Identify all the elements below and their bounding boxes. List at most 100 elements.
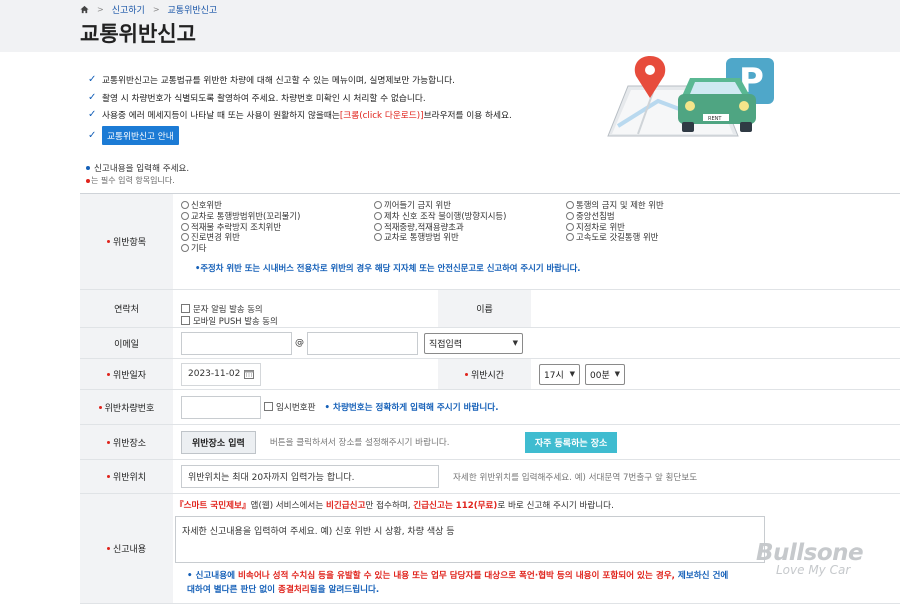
violation-option[interactable]: 교차로 통행방법위반(꼬리물기): [181, 211, 300, 222]
violation-note: •주정차 위반 또는 시내버스 전용차로 위반의 경우 해당 지자체 또는 안전…: [195, 263, 581, 273]
radio-icon: [374, 201, 382, 209]
name-label: 이름: [438, 290, 531, 327]
radio-icon: [566, 222, 574, 231]
report-label: 신고내용: [80, 494, 173, 603]
violation-col-2: 끼어들기 금지 위반 제차 신호 조작 불이행(방향지시등) 적재중량,적재용량…: [374, 200, 506, 243]
radio-icon: [374, 222, 382, 231]
plate-input[interactable]: [181, 395, 261, 419]
checkbox-icon: [264, 402, 273, 411]
chevron-down-icon: ▼: [569, 370, 575, 378]
radio-icon: [181, 244, 189, 253]
breadcrumb: > 신고하기 > 교통위반신고: [80, 3, 217, 16]
violation-option[interactable]: 제차 신호 조작 불이행(방향지시등): [374, 211, 506, 222]
push-consent[interactable]: 모바일 PUSH 발송 동의: [181, 315, 278, 327]
required-dot-icon: [98, 405, 102, 409]
violation-option[interactable]: 기타: [181, 243, 300, 254]
location-row: 위반위치 위반위치는 최대 20자까지 입력가능 합니다. 자세한 위반위치를 …: [80, 460, 900, 494]
violation-option[interactable]: 고속도로 갓길통행 위반: [566, 232, 664, 243]
date-label: 위반일자: [80, 359, 173, 389]
radio-icon: [181, 201, 189, 209]
email-id-input[interactable]: [181, 331, 292, 355]
at-sign: @: [295, 338, 304, 348]
radio-icon: [181, 211, 189, 220]
report-intro: 『스마트 국민제보』앱(웹) 서비스에서는 비긴급신고만 접수하며, 긴급신고는…: [175, 501, 614, 511]
violation-option[interactable]: 통행의 금지 및 제한 위반: [566, 200, 664, 211]
plate-row: 위반차량번호 임시번호판 • 차량번호는 정확하게 입력해 주시기 바랍니다.: [80, 390, 900, 425]
required-dot-icon: [464, 372, 468, 376]
radio-icon: [181, 222, 189, 231]
date-input[interactable]: 2023-11-02: [181, 362, 261, 386]
breadcrumb-item-report[interactable]: 신고하기: [112, 3, 145, 16]
location-help: 자세한 위반위치를 입력해주세요. 예) 서대문역 7번출구 앞 횡단보도: [453, 472, 698, 483]
violation-option[interactable]: 교차로 통행방법 위반: [374, 232, 506, 243]
home-icon[interactable]: [80, 5, 89, 14]
radio-icon: [566, 201, 574, 209]
chevron-right-icon: >: [152, 5, 160, 14]
email-label: 이메일: [80, 328, 173, 358]
chevron-down-icon: ▼: [614, 370, 620, 378]
notice-item: ✓ 교통위반신고는 교통법규를 위반한 차량에 대해 신고할 수 있는 메뉴이며,…: [88, 74, 455, 86]
favorite-places-button[interactable]: 자주 등록하는 장소: [524, 431, 618, 453]
required-note: 신고내용을 입력해 주세요. 는 필수 입력 항목입니다.: [86, 162, 189, 187]
required-dot-icon: [106, 440, 110, 444]
svg-text:RENT: RENT: [708, 116, 722, 122]
bullet-icon: [86, 166, 90, 170]
email-domain-select[interactable]: 직접입력 ▼: [424, 332, 523, 354]
location-input[interactable]: 위반위치는 최대 20자까지 입력가능 합니다.: [181, 465, 439, 488]
email-row: 이메일 @ 직접입력 ▼: [80, 328, 900, 359]
location-label: 위반위치: [80, 460, 173, 493]
radio-icon: [566, 233, 574, 242]
page-title: 교통위반신고: [80, 22, 196, 46]
violation-option[interactable]: 신호위반: [181, 200, 300, 211]
checkbox-icon: [181, 303, 190, 313]
check-icon: ✓: [88, 129, 97, 141]
contact-label: 연락처: [80, 290, 173, 327]
violation-option[interactable]: 진로변경 위반: [181, 232, 300, 243]
report-textarea[interactable]: 자세한 신고내용을 입력하여 주세요. 예) 신호 위반 시 상황, 차량 색상…: [175, 516, 765, 563]
chevron-right-icon: >: [97, 5, 104, 14]
required-dot-icon: [106, 475, 110, 478]
minute-select[interactable]: 00분 ▼: [585, 363, 625, 385]
time-label: 위반시간: [438, 359, 531, 389]
guide-button[interactable]: 교통위반신고 안내: [102, 125, 179, 145]
date-row: 위반일자 2023-11-02 위반시간 17시 ▼ 00분 ▼: [80, 359, 900, 390]
notice-item: ✓ 사용중 에러 메세지등이 나타날 때 또는 사용이 원활하지 않을때는 [크롬…: [88, 108, 512, 122]
violation-row: 위반항목 신호위반 교차로 통행방법위반(꼬리물기) 적재물 추락방지 조치위반…: [80, 194, 900, 290]
radio-icon: [374, 211, 382, 220]
traffic-illustration: P RENT: [607, 56, 774, 137]
place-help: 버튼을 클릭하셔서 장소를 설정해주시기 바랍니다.: [269, 438, 450, 448]
notice-list: ✓ 교통위반신고는 교통법규를 위반한 차량에 대해 신고할 수 있는 메뉴이며,…: [88, 73, 588, 149]
check-icon: ✓: [88, 74, 97, 85]
violation-option[interactable]: 지정차로 위반: [566, 222, 664, 233]
contact-row: 연락처 문자 알림 발송 동의 모바일 PUSH 발송 동의 이름: [80, 290, 900, 328]
page-header: > 신고하기 > 교통위반신고 교통위반신고: [0, 0, 900, 52]
name-value: [531, 290, 900, 327]
notice-item: ✓ 촬영 시 차량번호가 식별되도록 촬영하여 주세요. 차량번호 미확인 시 처…: [88, 91, 426, 104]
breadcrumb-item-traffic[interactable]: 교통위반신고: [168, 3, 218, 16]
required-dot-icon: [106, 240, 110, 243]
violation-col-1: 신호위반 교차로 통행방법위반(꼬리물기) 적재물 추락방지 조치위반 진로변경…: [181, 200, 300, 254]
radio-icon: [181, 233, 189, 242]
email-domain-input[interactable]: [307, 331, 418, 355]
violation-col-3: 통행의 금지 및 제한 위반 중앙선침범 지정차로 위반 고속도로 갓길통행 위…: [566, 200, 664, 243]
violation-option[interactable]: 끼어들기 금지 위반: [374, 200, 506, 211]
report-note: • 신고내용에 비속어나 성적 수치심 등을 유발할 수 있는 내용 또는 업무…: [187, 571, 729, 595]
check-icon: ✓: [88, 91, 97, 103]
place-label: 위반장소: [80, 425, 173, 459]
violation-option[interactable]: 적재중량,적재용량초과: [374, 222, 506, 233]
temp-plate-checkbox[interactable]: 임시번호판: [264, 401, 316, 413]
violation-label: 위반항목: [80, 194, 173, 289]
required-dot-icon: [106, 547, 110, 550]
violation-option[interactable]: 적재물 추락방지 조치위반: [181, 222, 300, 233]
hour-select[interactable]: 17시 ▼: [539, 363, 580, 385]
calendar-icon[interactable]: [244, 369, 254, 379]
plate-label: 위반차량번호: [80, 390, 173, 424]
sms-consent[interactable]: 문자 알림 발송 동의: [181, 303, 263, 315]
checkbox-icon: [181, 315, 190, 325]
notice-item: ✓ 교통위반신고 안내: [88, 125, 588, 145]
place-row: 위반장소 위반장소 입력 버튼을 클릭하셔서 장소를 설정해주시기 바랍니다. …: [80, 425, 900, 460]
watermark-logo: Bullsone Love My Car: [756, 540, 864, 577]
chrome-download-link[interactable]: [크롬(click 다운로드)]: [340, 108, 424, 121]
violation-option[interactable]: 중앙선침범: [566, 211, 664, 222]
place-input-button[interactable]: 위반장소 입력: [181, 430, 256, 454]
